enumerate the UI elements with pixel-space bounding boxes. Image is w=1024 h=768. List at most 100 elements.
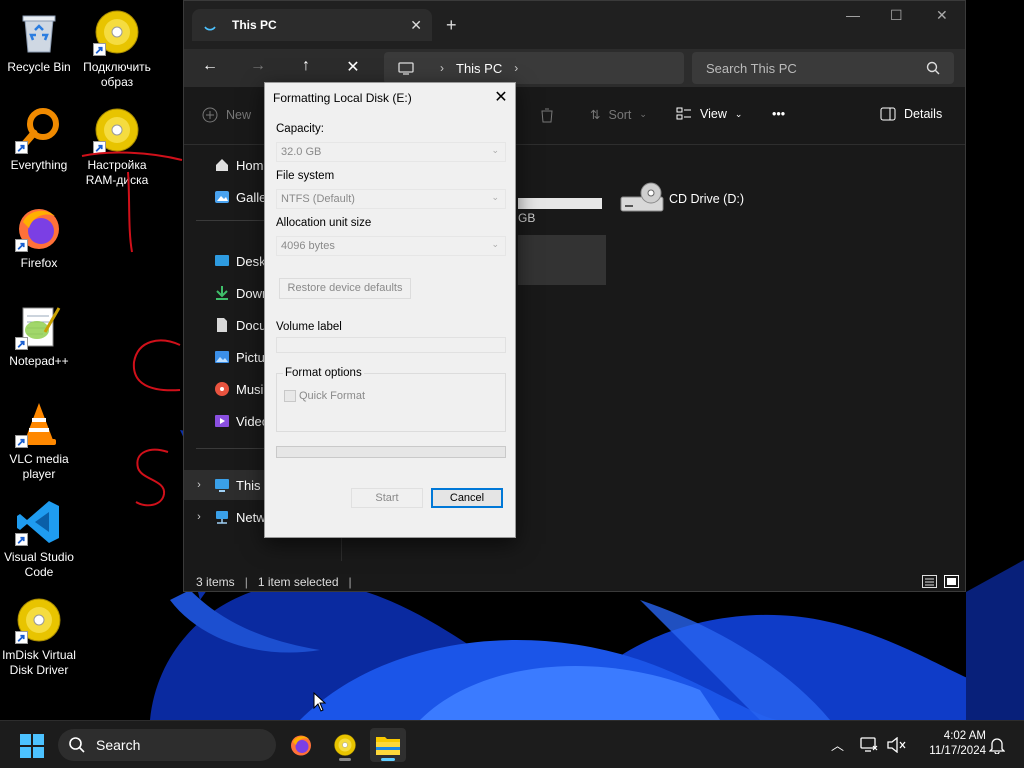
- details-view-icon[interactable]: [922, 575, 937, 588]
- volume-label-input[interactable]: [276, 337, 506, 353]
- shortcut-arrow-icon: [15, 337, 28, 350]
- shortcut-arrow-icon: [15, 533, 28, 546]
- shortcut-arrow-icon: [15, 631, 28, 644]
- close-dialog-icon[interactable]: ✕: [491, 87, 511, 107]
- desktop-icon-everything[interactable]: Everything: [1, 106, 77, 173]
- capacity-select[interactable]: 32.0 GB ⌄: [276, 142, 506, 162]
- shortcut-arrow-icon: [93, 141, 106, 154]
- network-status-icon[interactable]: [860, 737, 878, 753]
- format-progress-bar: [276, 446, 506, 458]
- minimize-button[interactable]: —: [846, 7, 860, 23]
- details-pane-button[interactable]: Details: [880, 107, 942, 121]
- close-window-button[interactable]: ✕: [936, 7, 948, 24]
- address-bar[interactable]: › This PC ›: [384, 52, 684, 84]
- status-divider: |: [244, 575, 248, 589]
- chevron-right-icon[interactable]: ›: [184, 479, 214, 491]
- back-arrow-icon[interactable]: ←: [198, 57, 222, 79]
- desktop-folder-icon: [215, 255, 229, 266]
- disc-image-icon: [93, 8, 141, 56]
- tiles-view-icon[interactable]: [944, 575, 959, 588]
- volume-label: Volume label: [276, 321, 342, 333]
- system-clock[interactable]: 4:02 AM 11/17/2024: [916, 729, 986, 759]
- format-dialog: Formatting Local Disk (E:) ✕ Capacity: 3…: [264, 82, 516, 538]
- allocation-value: 4096 bytes: [281, 240, 335, 252]
- tab-this-pc[interactable]: This PC ✕: [192, 9, 432, 41]
- taskbar-file-explorer[interactable]: [370, 728, 406, 762]
- up-arrow-icon[interactable]: ↑: [294, 57, 318, 79]
- selection-count: 1 item selected: [257, 575, 339, 589]
- desktop-icon-recycle-bin[interactable]: Recycle Bin: [1, 8, 77, 75]
- vlc-icon: [15, 400, 63, 448]
- shortcut-arrow-icon: [93, 43, 106, 56]
- chevron-right-icon[interactable]: ›: [184, 511, 214, 523]
- desktop-icon-mount-image[interactable]: Подключить образ: [79, 8, 155, 90]
- drive-usage-bar: [518, 198, 602, 209]
- recycle-bin-icon: [15, 8, 63, 56]
- filesystem-label: File system: [276, 170, 335, 182]
- search-input[interactable]: [706, 60, 926, 76]
- downloads-icon: [216, 286, 228, 300]
- search-icon: [926, 61, 940, 75]
- volume-muted-icon[interactable]: [886, 737, 906, 753]
- chevron-down-icon: ⌄: [491, 145, 499, 155]
- plus-circle-icon: [202, 107, 218, 123]
- monitor-icon: [398, 61, 414, 75]
- new-button[interactable]: New: [202, 107, 251, 123]
- desktop-icon-vscode[interactable]: Visual Studio Code: [1, 498, 77, 580]
- capacity-label: Capacity:: [276, 123, 324, 135]
- quick-format-checkbox[interactable]: Quick Format: [284, 390, 365, 402]
- sort-icon: ⇅: [590, 108, 601, 122]
- breadcrumb-chevron-icon[interactable]: ›: [514, 61, 518, 75]
- taskbar: Search ︿ 4:02 AM 11/17/2024: [0, 720, 1024, 768]
- allocation-select[interactable]: 4096 bytes ⌄: [276, 236, 506, 256]
- new-label: New: [226, 108, 252, 122]
- disc-image-icon: [334, 734, 356, 756]
- filesystem-select[interactable]: NTFS (Default) ⌄: [276, 189, 506, 209]
- firefox-icon: [291, 735, 311, 756]
- windows-start-icon[interactable]: [20, 734, 44, 758]
- view-button[interactable]: View ⌄: [676, 107, 742, 121]
- selected-drive-tile[interactable]: [518, 235, 606, 285]
- desktop-icon-vlc[interactable]: VLC media player: [1, 400, 77, 482]
- loading-spinner-icon: [204, 26, 216, 31]
- disc-image-icon: [93, 106, 141, 154]
- drive-size-text: GB: [518, 211, 536, 225]
- desktop-icon-label: VLC media player: [9, 452, 69, 481]
- show-hidden-icons-chevron-icon[interactable]: ︿: [831, 735, 844, 754]
- format-options-title: Format options: [283, 367, 364, 379]
- sort-label: Sort: [608, 107, 632, 122]
- chevron-down-icon: ⌄: [734, 108, 743, 119]
- details-pane-icon: [880, 107, 896, 121]
- running-indicator: [381, 758, 395, 761]
- more-options-button[interactable]: •••: [772, 107, 785, 121]
- quick-format-label: Quick Format: [299, 390, 366, 402]
- restore-defaults-button[interactable]: Restore device defaults: [279, 278, 411, 299]
- desktop-icon-notepad-plus-plus[interactable]: Notepad++: [1, 302, 77, 369]
- taskbar-firefox[interactable]: [283, 728, 319, 762]
- desktop-icon-imdisk[interactable]: ImDisk Virtual Disk Driver: [1, 596, 77, 678]
- sort-button[interactable]: ⇅ Sort ⌄: [590, 107, 647, 123]
- details-label: Details: [904, 107, 943, 121]
- mouse-cursor-icon: [313, 692, 327, 712]
- desktop-icon-ram-disk-settings[interactable]: Настройка RAM-диска: [79, 106, 155, 188]
- folder-icon: [376, 737, 400, 755]
- taskbar-search-label: Search: [96, 737, 141, 753]
- desktop-icon-firefox[interactable]: Firefox: [1, 204, 77, 271]
- forward-arrow-icon[interactable]: →: [246, 57, 270, 79]
- more-icon: •••: [772, 107, 786, 121]
- taskbar-disc-tool[interactable]: [327, 728, 363, 762]
- close-tab-icon[interactable]: ✕: [410, 17, 422, 34]
- start-button[interactable]: Start: [351, 488, 423, 508]
- stop-loading-icon[interactable]: ✕: [341, 57, 365, 79]
- breadcrumb-this-pc[interactable]: This PC: [456, 61, 502, 76]
- firefox-icon: [15, 204, 63, 252]
- cd-drive-item[interactable]: CD Drive (D:): [619, 181, 744, 217]
- notification-bell-icon[interactable]: [989, 737, 1005, 754]
- new-tab-button[interactable]: +: [446, 15, 457, 36]
- maximize-button[interactable]: ☐: [890, 7, 903, 24]
- cancel-button[interactable]: Cancel: [431, 488, 503, 508]
- taskbar-search[interactable]: Search: [58, 729, 276, 761]
- delete-button[interactable]: [540, 107, 554, 123]
- search-box[interactable]: [692, 52, 954, 84]
- videos-icon: [215, 415, 229, 427]
